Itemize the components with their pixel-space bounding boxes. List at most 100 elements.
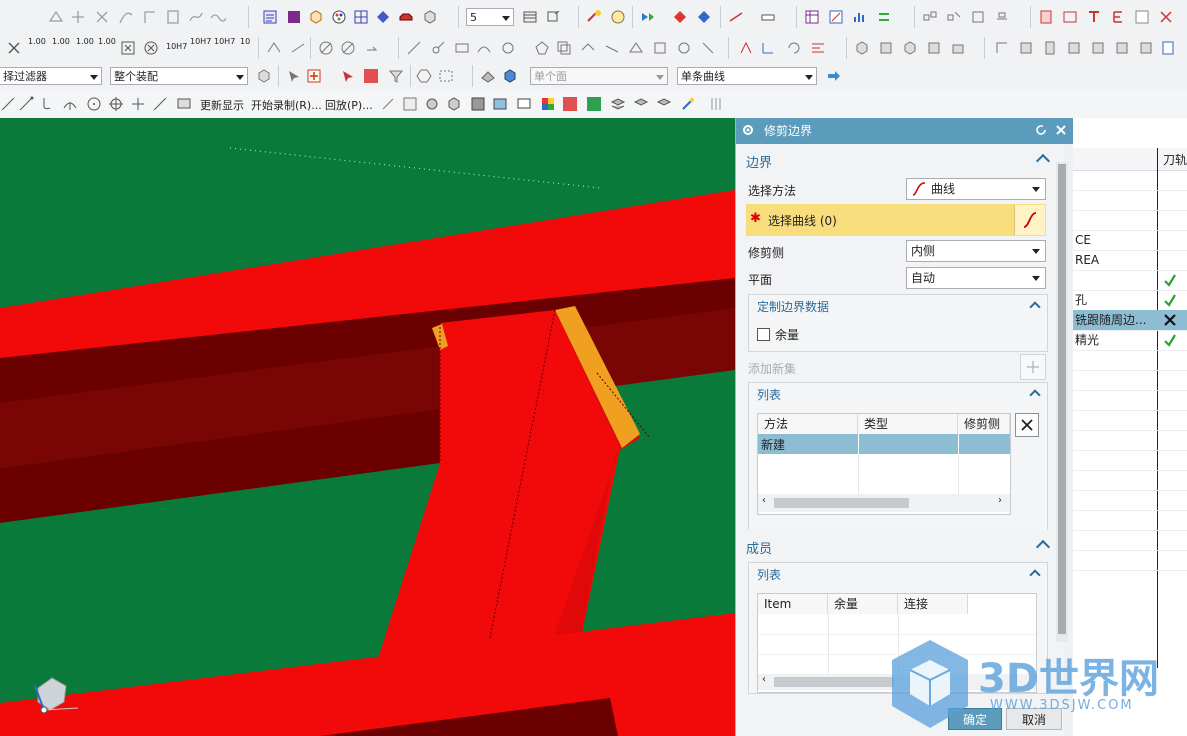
- feature5-icon[interactable]: [1090, 40, 1106, 56]
- navigator-row[interactable]: REA: [1073, 250, 1187, 271]
- book-icon[interactable]: [1038, 9, 1054, 25]
- purple-box-icon[interactable]: [286, 9, 302, 25]
- shape7-icon[interactable]: [700, 40, 716, 56]
- shape2-icon[interactable]: [580, 40, 596, 56]
- precision-label[interactable]: 1.00: [76, 38, 94, 46]
- scroll-right-icon[interactable]: ›: [998, 495, 1002, 506]
- boxed-x-icon[interactable]: [120, 40, 136, 56]
- chevron-up-icon[interactable]: [1029, 389, 1041, 401]
- copy-icon[interactable]: [556, 40, 572, 56]
- navigator-row[interactable]: [1073, 510, 1187, 531]
- note-icon[interactable]: [1134, 9, 1150, 25]
- tangent-icon[interactable]: [476, 40, 492, 56]
- color-palette-icon[interactable]: [540, 96, 556, 112]
- frame-icon[interactable]: [1062, 9, 1078, 25]
- custom-boundary-title[interactable]: 定制边界数据: [757, 298, 829, 315]
- close-icon[interactable]: [1054, 123, 1068, 137]
- add-selection-icon[interactable]: [306, 68, 322, 84]
- list-section-title[interactable]: 列表: [757, 386, 781, 403]
- tolerance-label[interactable]: 10: [240, 37, 250, 46]
- feature-icon[interactable]: [994, 40, 1010, 56]
- plus-icon[interactable]: [130, 96, 146, 112]
- delete-x-icon[interactable]: [6, 40, 22, 56]
- precision-label[interactable]: 1.00: [98, 38, 116, 46]
- chevron-up-icon[interactable]: [1035, 539, 1051, 555]
- wave-icon[interactable]: [210, 9, 226, 25]
- playback-button[interactable]: 回放(P)...: [325, 97, 373, 113]
- navigator-row[interactable]: 精光: [1073, 330, 1187, 351]
- column-header[interactable]: Item: [758, 594, 828, 614]
- navigator-row[interactable]: [1073, 370, 1187, 391]
- loop-icon[interactable]: [500, 40, 516, 56]
- box-icon[interactable]: [422, 9, 438, 25]
- arrow-icon[interactable]: [364, 40, 380, 56]
- column-header[interactable]: 类型: [858, 414, 958, 434]
- wand-icon[interactable]: [680, 96, 696, 112]
- horizontal-scrollbar[interactable]: ‹ ›: [758, 494, 1010, 512]
- assembly-select[interactable]: 整个装配: [110, 67, 248, 85]
- members-section-title[interactable]: 成员: [746, 538, 772, 557]
- select-curve-button[interactable]: [1014, 205, 1045, 235]
- update-display-button[interactable]: 更新显示: [200, 97, 244, 113]
- block2-icon[interactable]: [878, 40, 894, 56]
- block4-icon[interactable]: [926, 40, 942, 56]
- target-icon[interactable]: [108, 96, 124, 112]
- transform-icon[interactable]: [586, 9, 602, 25]
- hexagon-icon[interactable]: [416, 68, 432, 84]
- chevron-up-icon[interactable]: [1029, 569, 1041, 581]
- annotate-icon[interactable]: [922, 9, 938, 25]
- cross-point-icon[interactable]: [94, 9, 110, 25]
- assembly-icon[interactable]: [256, 68, 272, 84]
- block5-icon[interactable]: [950, 40, 966, 56]
- stack2-icon[interactable]: [656, 96, 672, 112]
- navigator-row[interactable]: [1073, 350, 1187, 371]
- precision-label[interactable]: 1.00: [52, 38, 70, 46]
- ruler-icon[interactable]: [760, 9, 776, 25]
- shape6-icon[interactable]: [676, 40, 692, 56]
- rect-select-icon[interactable]: [438, 68, 454, 84]
- polygon-icon[interactable]: [534, 40, 550, 56]
- feature4-icon[interactable]: [1066, 40, 1082, 56]
- navigator-row[interactable]: 铣跟随周边...: [1073, 310, 1187, 331]
- document-icon[interactable]: [1160, 40, 1176, 56]
- navigator-row[interactable]: [1073, 190, 1187, 211]
- navigator-row[interactable]: [1073, 410, 1187, 431]
- text-e-icon[interactable]: [1110, 9, 1126, 25]
- arrow-right-icon[interactable]: [826, 68, 842, 84]
- screen-icon[interactable]: [516, 96, 532, 112]
- members-list-title[interactable]: 列表: [757, 566, 781, 583]
- annotate2-icon[interactable]: [946, 9, 962, 25]
- measure-icon[interactable]: [610, 9, 626, 25]
- curve-icon[interactable]: [118, 9, 134, 25]
- navigator-row[interactable]: [1073, 390, 1187, 411]
- line-tool-icon[interactable]: [0, 96, 16, 112]
- display-icon[interactable]: [176, 96, 192, 112]
- car-icon[interactable]: [398, 9, 414, 25]
- navigator-row[interactable]: [1073, 430, 1187, 451]
- column-header[interactable]: 修剪侧: [958, 414, 1010, 434]
- circle-slash2-icon[interactable]: [340, 40, 356, 56]
- param-icon[interactable]: [402, 96, 418, 112]
- scrollbar-thumb[interactable]: [774, 677, 894, 687]
- swap-icon[interactable]: [876, 9, 892, 25]
- filter-icon[interactable]: [388, 68, 404, 84]
- red-color-icon[interactable]: [562, 96, 578, 112]
- plane-dropdown[interactable]: 自动: [906, 267, 1046, 289]
- annotate3-icon[interactable]: [970, 9, 986, 25]
- sheet-icon[interactable]: [165, 9, 181, 25]
- red-square-icon[interactable]: [363, 68, 379, 84]
- gear-icon[interactable]: [424, 96, 440, 112]
- list-icon[interactable]: [262, 9, 278, 25]
- select-tool-icon[interactable]: [286, 68, 302, 84]
- edit-table-icon[interactable]: [828, 9, 844, 25]
- face-rule-select[interactable]: 单个面: [530, 67, 668, 85]
- green-color-icon[interactable]: [586, 96, 602, 112]
- circle-tool-icon[interactable]: [86, 96, 102, 112]
- navigator-row[interactable]: [1073, 490, 1187, 511]
- start-record-button[interactable]: 开始录制(R)...: [251, 97, 322, 113]
- diamond-icon[interactable]: [672, 9, 688, 25]
- model-view[interactable]: [0, 118, 735, 736]
- curve-rule-select[interactable]: 单条曲线: [677, 67, 817, 85]
- cube-icon[interactable]: [308, 9, 324, 25]
- layer-select[interactable]: 5: [466, 8, 514, 26]
